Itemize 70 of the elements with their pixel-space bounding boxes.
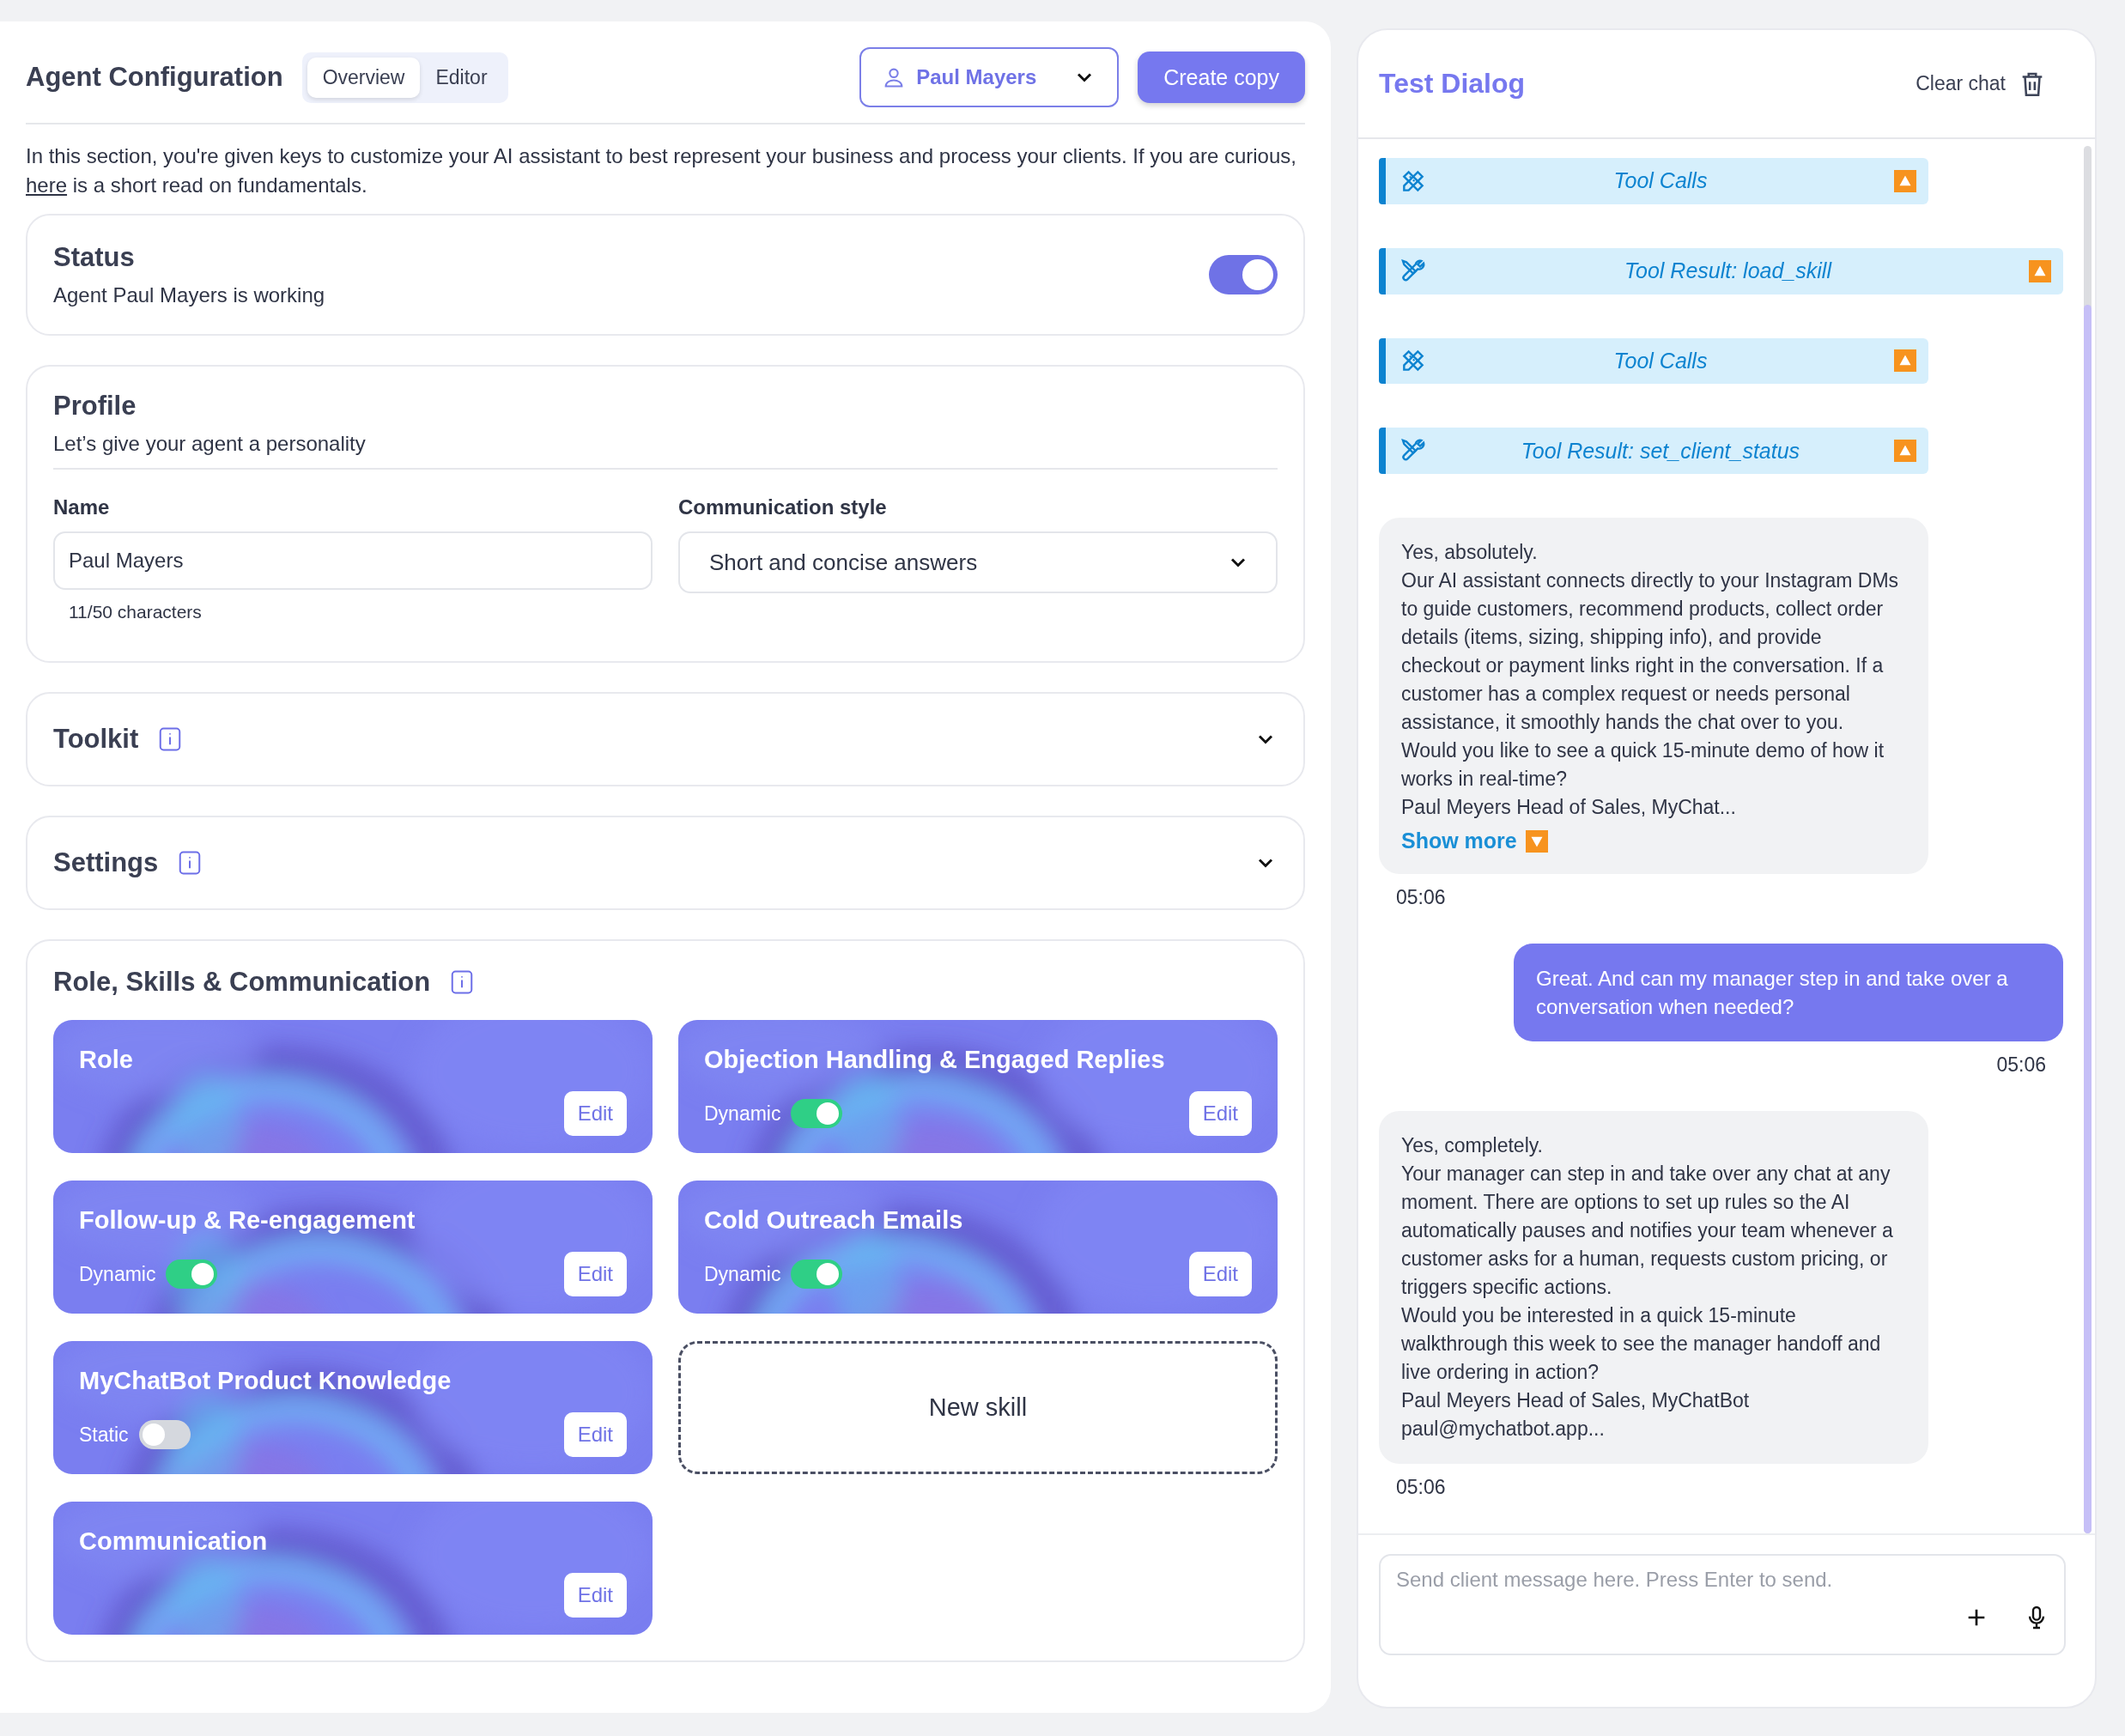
new-skill-button[interactable]: New skill: [678, 1341, 1278, 1474]
edit-button[interactable]: Edit: [563, 1252, 627, 1296]
message-text: Yes, completely.: [1401, 1133, 1544, 1158]
tool-event[interactable]: Tool Result: set_client_status: [1379, 428, 1928, 474]
section-title: Settings: [53, 847, 159, 878]
message-text: Our AI assistant connects directly to your Instagram DMs to guide customers, recommend products, collect order details (items, sizing, shipping info), and provide checkout or payment links right in the conversation. If a customer has a complex request or needs personal assistance, it smoothly hands the chat over to you.: [1401, 568, 1900, 735]
message-time: 05:06: [1996, 1053, 2046, 1077]
section-title: Role, Skills & Communication: [53, 967, 431, 998]
skill-card[interactable]: Follow-up & Re-engagement Dynamic Edit: [53, 1181, 653, 1314]
agent-select[interactable]: Paul Mayers: [859, 47, 1120, 107]
skill-name: Cold Outreach Emails: [704, 1206, 964, 1235]
skill-mode-label: Dynamic: [704, 1262, 781, 1286]
communication-style-select[interactable]: Short and concise answers: [678, 531, 1278, 593]
edit-button[interactable]: Edit: [563, 1091, 627, 1136]
message-text: Would you like to see a quick 15-minute demo of how it works in real-time?: [1401, 738, 1885, 792]
message-text: Yes, absolutely.: [1401, 540, 1539, 565]
section-title: Status: [53, 242, 136, 273]
tool-event[interactable]: Tool Calls: [1379, 337, 1928, 385]
status-toggle[interactable]: [1209, 255, 1278, 294]
skill-toggle[interactable]: [791, 1099, 843, 1128]
collapsible-section[interactable]: Toolkit: [26, 692, 1305, 786]
skill-mode-label: Static: [79, 1423, 129, 1447]
create-copy-button[interactable]: Create copy: [1138, 52, 1305, 103]
user-message: Great. And can my manager step in and take over a conversation when needed?: [1514, 944, 2063, 1041]
edit-button[interactable]: Edit: [563, 1412, 627, 1457]
skill-mode-label: Dynamic: [79, 1262, 156, 1286]
section-title: Profile: [53, 391, 137, 422]
status-text: Agent Paul Mayers is working: [53, 283, 325, 307]
message-time: 05:06: [1396, 1476, 1446, 1499]
intro-text: In this section, you're given keys to customize your AI assistant to best represent your business and process your clients. If you are curious, here is a short read on fundamentals.: [26, 143, 1297, 198]
message-time: 05:06: [1396, 886, 1446, 909]
skill-card[interactable]: Cold Outreach Emails Dynamic Edit: [678, 1181, 1278, 1314]
message-composer[interactable]: Send client message here. Press Enter to send.: [1379, 1554, 2066, 1655]
message-text: Paul Meyers Head of Sales, MyChat...: [1401, 795, 1737, 820]
skill-card[interactable]: Role Edit: [53, 1020, 653, 1153]
show-more-link[interactable]: Show more: [1401, 829, 1548, 853]
edit-button[interactable]: Edit: [1188, 1252, 1252, 1296]
name-field[interactable]: Paul Mayers: [53, 531, 653, 590]
skill-name: Objection Handling & Engaged Replies: [704, 1046, 1166, 1074]
edit-button[interactable]: Edit: [563, 1573, 627, 1618]
here-link[interactable]: here: [26, 173, 68, 197]
clear-chat-button[interactable]: Clear chat: [1910, 66, 2052, 101]
message-text: Would you be interested in a quick 15-minute walkthrough this week to see the manager handoff and live ordering in action?: [1401, 1303, 1882, 1385]
field-label: Name: [53, 495, 111, 519]
skill-toggle[interactable]: [791, 1260, 843, 1289]
message-text: Paul Meyers Head of Sales, MyChatBot: [1401, 1388, 1751, 1413]
skill-name: Follow-up & Re-engagement: [79, 1206, 416, 1235]
skill-name: MyChatBot Product Knowledge: [79, 1367, 452, 1395]
page-title: Agent Configuration: [26, 62, 283, 93]
tool-event[interactable]: Tool Result: load_skill: [1379, 247, 2063, 294]
tab[interactable]: Editor: [420, 57, 503, 98]
scrollbar[interactable]: [2084, 146, 2092, 1533]
skill-card[interactable]: MyChatBot Product Knowledge Static Edit: [53, 1341, 653, 1474]
section-title: Toolkit: [53, 724, 139, 755]
message-text: paul@mychatbot.app...: [1401, 1417, 1606, 1442]
skill-name: Role: [79, 1046, 134, 1074]
skill-card[interactable]: Objection Handling & Engaged Replies Dynamic Edit: [678, 1020, 1278, 1153]
field-label: Communication style: [678, 495, 888, 519]
panel-title: Test Dialog: [1379, 68, 1526, 100]
collapsible-section[interactable]: Settings: [26, 816, 1305, 910]
edit-button[interactable]: Edit: [1188, 1091, 1252, 1136]
skill-name: Communication: [79, 1527, 269, 1556]
message-text: Your manager can step in and take over any chat at any moment. There are options to set up rules so the AI automatically pauses and notifies your team whenever a customer asks for a human, requests custom pricing, or triggers specific actions.: [1401, 1162, 1894, 1300]
character-counter: 11/50 characters: [69, 602, 203, 622]
skill-card[interactable]: Communication Edit: [53, 1502, 653, 1635]
tool-event[interactable]: Tool Calls: [1379, 158, 1928, 204]
profile-subtitle: Let’s give your agent a personality: [53, 432, 1278, 470]
skill-toggle[interactable]: [166, 1260, 218, 1289]
skill-mode-label: Dynamic: [704, 1102, 781, 1126]
tab[interactable]: Overview: [307, 57, 421, 98]
